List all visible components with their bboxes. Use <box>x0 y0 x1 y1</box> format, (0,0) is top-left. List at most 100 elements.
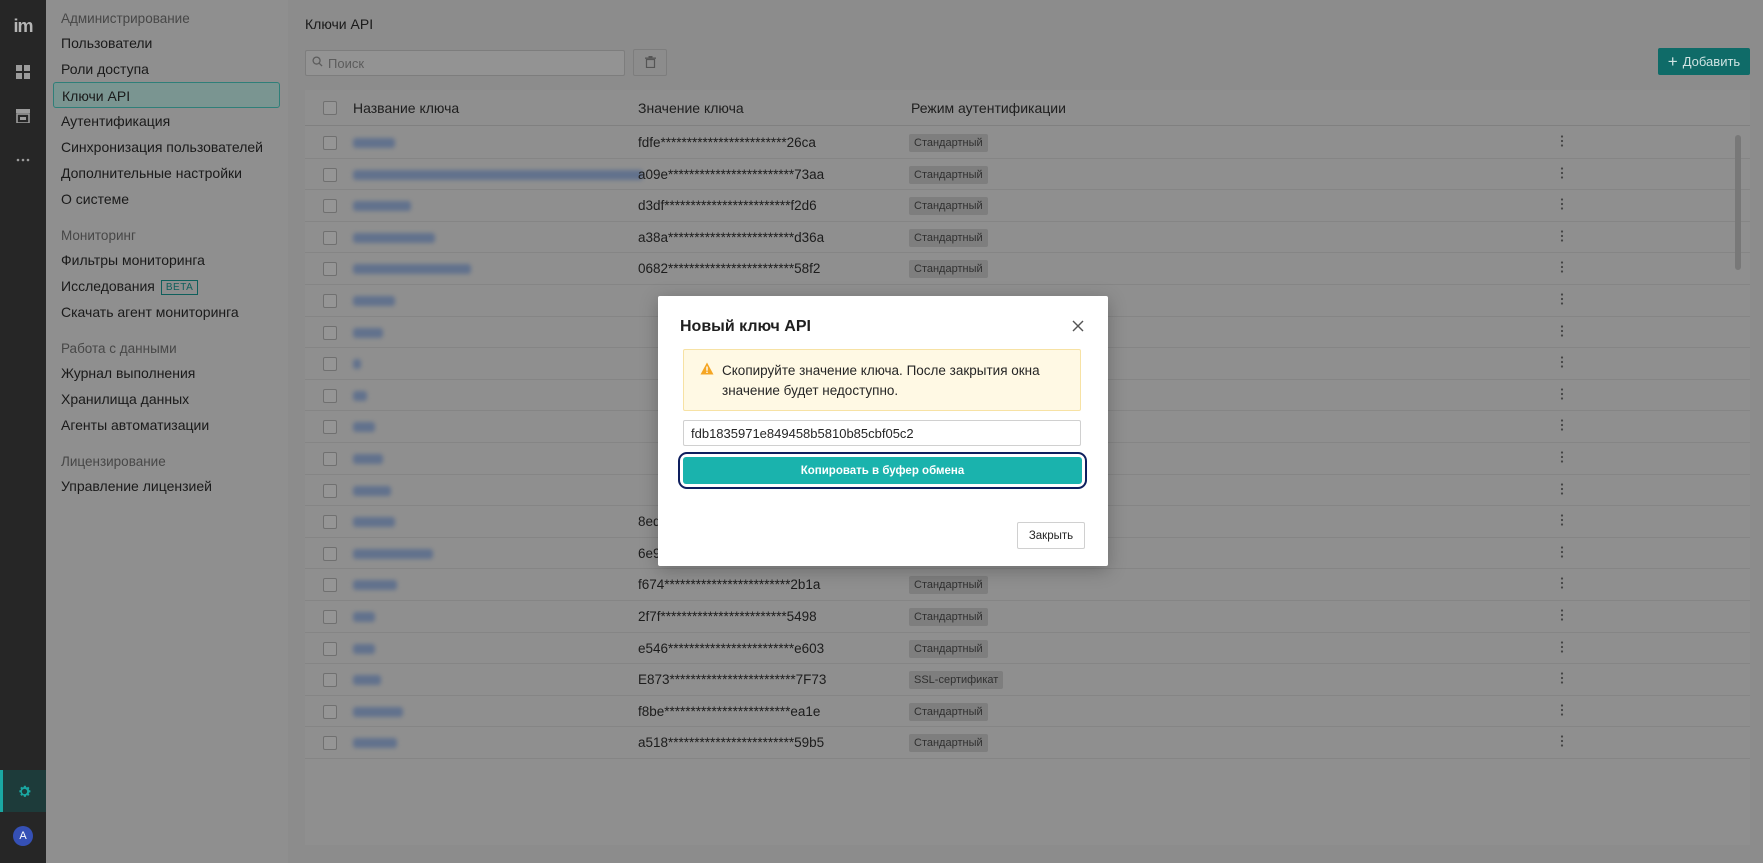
sidebar-item-users[interactable]: Пользователи <box>53 30 280 56</box>
sidebar-item-execution-log[interactable]: Журнал выполнения <box>53 360 280 386</box>
row-menu-icon[interactable] <box>1560 451 1564 465</box>
key-name-link[interactable] <box>353 580 397 591</box>
gear-icon[interactable] <box>0 770 46 812</box>
key-value-field[interactable] <box>683 420 1081 446</box>
row-menu-icon[interactable] <box>1560 672 1564 686</box>
row-checkbox[interactable] <box>323 704 337 719</box>
table-row[interactable]: d3df************************f2d6 Стандарт… <box>305 190 1750 222</box>
row-checkbox[interactable] <box>323 388 337 403</box>
row-menu-icon[interactable] <box>1560 546 1564 560</box>
row-menu-icon[interactable] <box>1560 704 1564 718</box>
row-menu-icon[interactable] <box>1560 577 1564 591</box>
row-checkbox[interactable] <box>323 452 337 466</box>
table-row[interactable]: 0682************************58f2 Стандарт… <box>305 253 1750 285</box>
sidebar-item-license[interactable]: Управление лицензией <box>53 473 280 499</box>
row-menu-icon[interactable] <box>1560 293 1564 307</box>
row-checkbox[interactable] <box>323 578 337 593</box>
more-icon[interactable] <box>0 140 46 180</box>
row-checkbox[interactable] <box>323 420 337 435</box>
close-button[interactable]: Закрыть <box>1017 522 1085 549</box>
row-menu-icon[interactable] <box>1560 735 1564 749</box>
table-row[interactable]: f8be************************ea1e Стандарт… <box>305 696 1750 728</box>
store-icon[interactable] <box>0 96 46 136</box>
key-name-link[interactable] <box>353 390 367 401</box>
table-row[interactable]: a09e************************73aa Стандарт… <box>305 159 1750 191</box>
row-checkbox[interactable] <box>323 262 337 277</box>
row-checkbox[interactable] <box>323 483 337 498</box>
key-name-link[interactable] <box>353 643 375 654</box>
close-icon[interactable] <box>1068 316 1088 336</box>
sidebar-item-automation-agents[interactable]: Агенты автоматизации <box>53 412 280 438</box>
key-name-link[interactable] <box>353 454 383 464</box>
row-menu-icon[interactable] <box>1560 514 1564 528</box>
row-menu-icon[interactable] <box>1560 324 1564 339</box>
key-name-link[interactable] <box>353 232 435 243</box>
row-checkbox[interactable] <box>323 199 337 214</box>
table-row[interactable]: 2f7f************************5498 Стандарт… <box>305 601 1750 633</box>
key-name-link[interactable] <box>353 675 381 686</box>
row-checkbox[interactable] <box>323 167 337 182</box>
row-menu-icon[interactable] <box>1560 640 1564 655</box>
row-menu-icon[interactable] <box>1560 261 1564 275</box>
sidebar-item-download-agent[interactable]: Скачать агент мониторинга <box>53 299 280 325</box>
sidebar-item-roles[interactable]: Роли доступа <box>53 56 280 82</box>
key-name-link[interactable] <box>353 201 411 212</box>
key-name-link[interactable] <box>353 738 397 749</box>
search-input[interactable]: Поиск <box>305 50 625 76</box>
sidebar-item-data-storage[interactable]: Хранилища данных <box>53 386 280 412</box>
app-logo[interactable]: im <box>0 6 46 46</box>
row-checkbox[interactable] <box>323 136 337 150</box>
row-menu-icon[interactable] <box>1560 609 1564 623</box>
row-menu-icon[interactable] <box>1560 198 1564 212</box>
sidebar-item-advanced-settings[interactable]: Дополнительные настройки <box>53 160 280 186</box>
key-name-link[interactable] <box>353 327 383 338</box>
delete-button[interactable] <box>633 49 667 76</box>
table-row[interactable]: e546************************e603 Стандарт… <box>305 633 1750 665</box>
table-row[interactable]: E873************************7F73 SSL-серт… <box>305 664 1750 696</box>
key-name-link[interactable] <box>353 485 391 496</box>
add-key-button[interactable]: + Добавить <box>1658 48 1750 75</box>
row-checkbox[interactable] <box>323 736 337 751</box>
sidebar-item-user-sync[interactable]: Синхронизация пользователей <box>53 134 280 160</box>
sidebar-item-api-keys[interactable]: Ключи API <box>53 82 280 108</box>
sidebar-item-research[interactable]: Исследования BETA <box>53 273 280 299</box>
row-checkbox[interactable] <box>323 294 337 308</box>
row-checkbox[interactable] <box>323 357 337 372</box>
table-row[interactable]: a518************************59b5 Стандарт… <box>305 727 1750 759</box>
row-checkbox[interactable] <box>323 325 337 340</box>
table-row[interactable]: a38a************************d36a Стандарт… <box>305 222 1750 254</box>
key-name-link[interactable] <box>353 548 433 559</box>
row-menu-icon[interactable] <box>1560 482 1564 497</box>
select-all-checkbox[interactable] <box>323 101 337 115</box>
row-checkbox[interactable] <box>323 230 337 245</box>
table-row[interactable]: f674************************2b1a Стандарт… <box>305 569 1750 601</box>
sidebar-item-monitoring-filters[interactable]: Фильтры мониторинга <box>53 247 280 273</box>
avatar[interactable]: A <box>13 826 33 846</box>
key-name-link[interactable] <box>353 359 361 370</box>
copy-to-clipboard-button[interactable]: Копировать в буфер обмена <box>683 457 1082 484</box>
key-name-link[interactable] <box>353 138 395 148</box>
row-menu-icon[interactable] <box>1560 230 1564 244</box>
table-scrollbar[interactable] <box>1735 135 1741 270</box>
row-menu-icon[interactable] <box>1560 356 1564 370</box>
row-menu-icon[interactable] <box>1560 135 1564 149</box>
sidebar-item-authentication[interactable]: Аутентификация <box>53 108 280 134</box>
key-name-link[interactable] <box>353 706 403 717</box>
key-name-link[interactable] <box>353 264 471 275</box>
row-checkbox[interactable] <box>323 515 337 530</box>
key-name-link[interactable] <box>353 422 375 433</box>
row-checkbox[interactable] <box>323 641 337 656</box>
key-name-link[interactable] <box>353 296 395 306</box>
row-menu-icon[interactable] <box>1560 388 1564 402</box>
table-row[interactable]: fdfe************************26ca Стандарт… <box>305 127 1750 159</box>
key-name-link[interactable] <box>353 612 375 622</box>
dashboard-icon[interactable] <box>0 52 46 92</box>
row-checkbox[interactable] <box>323 546 337 561</box>
row-menu-icon[interactable] <box>1560 166 1564 181</box>
row-checkbox[interactable] <box>323 673 337 688</box>
key-name-link[interactable] <box>353 169 643 180</box>
row-checkbox[interactable] <box>323 610 337 624</box>
row-menu-icon[interactable] <box>1560 419 1564 433</box>
sidebar-item-about[interactable]: О системе <box>53 186 280 212</box>
key-name-link[interactable] <box>353 517 395 528</box>
